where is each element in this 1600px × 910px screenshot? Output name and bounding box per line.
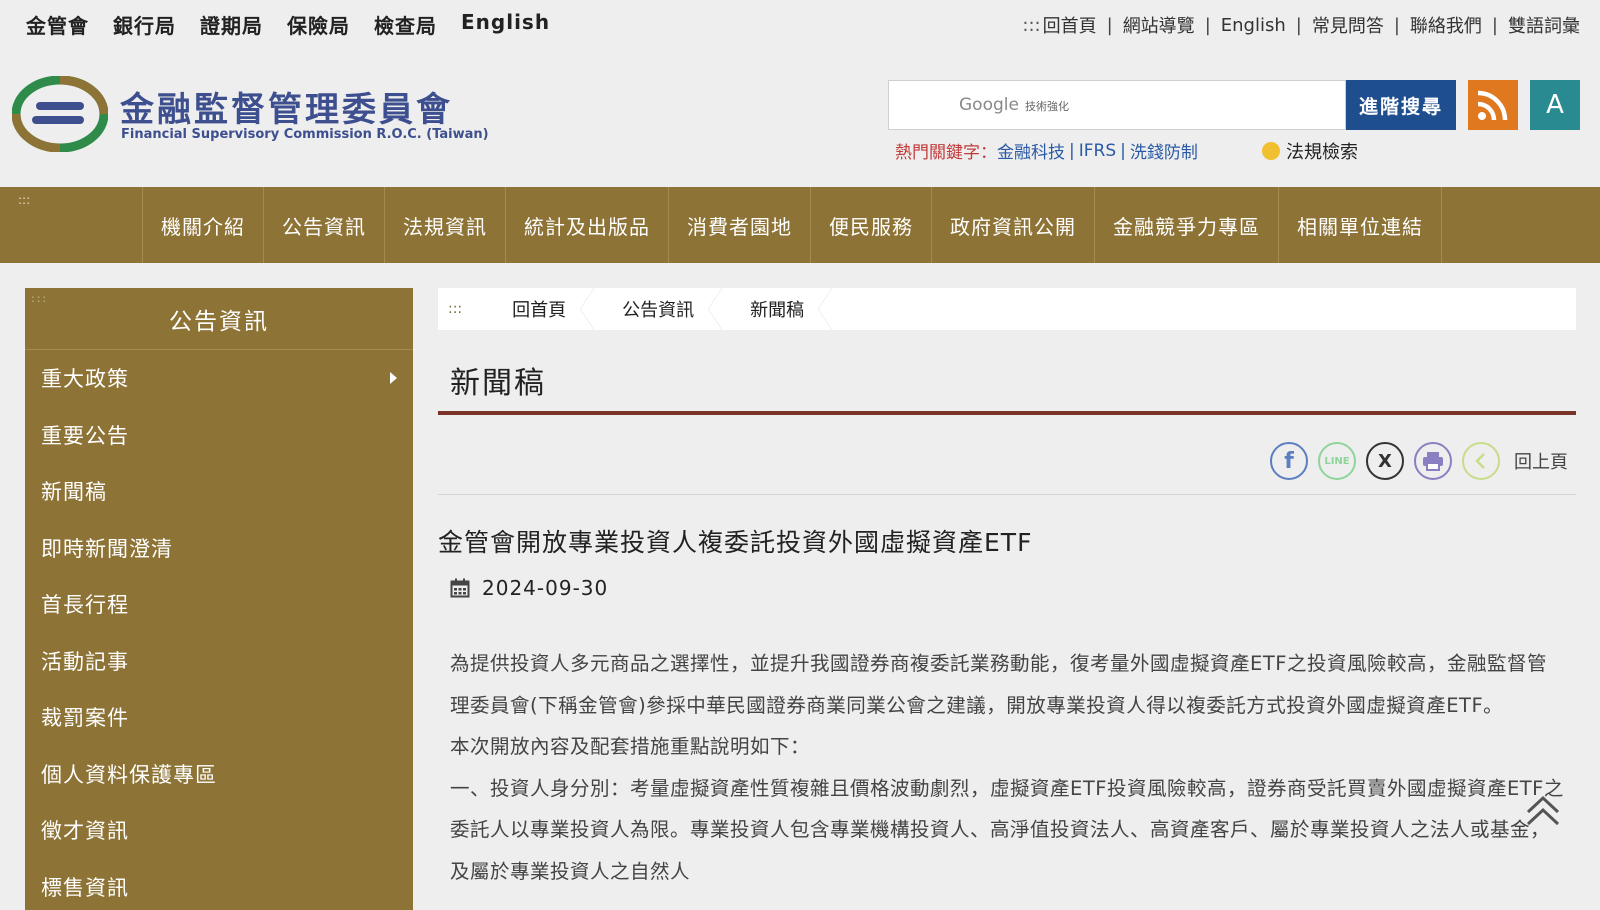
article-paragraph: 一、投資人身分別：考量虛擬資產性質複雜且價格波動劇烈，虛擬資產ETF投資風險較高… [450, 776, 1564, 883]
sidebar-item-events[interactable]: 活動記事 [25, 633, 413, 690]
divider: | [1393, 14, 1400, 36]
sidebar-item-schedule[interactable]: 首長行程 [25, 576, 413, 633]
sidebar-item-press-releases[interactable]: 新聞稿 [25, 463, 413, 520]
divider: | [1491, 14, 1498, 36]
sidebar: ::: 公告資訊 重大政策 重要公告 新聞稿 即時新聞澄清 首長行程 活動記事 … [25, 288, 413, 910]
utility-link-sitemap[interactable]: 網站導覽 [1123, 12, 1195, 38]
article-paragraph: 本次開放內容及配套措施重點說明如下： [450, 735, 811, 758]
back-icon[interactable] [1462, 442, 1500, 480]
utility-link-home[interactable]: 回首頁 [1043, 12, 1097, 38]
nav-item-related-links[interactable]: 相關單位連結 [1278, 187, 1442, 263]
accesskey-mark: ::: [1022, 14, 1041, 36]
agency-links: 金管會 銀行局 證期局 保險局 檢查局 English [26, 10, 550, 39]
sidebar-item-important-notices[interactable]: 重要公告 [25, 407, 413, 464]
nav-item-statistics[interactable]: 統計及出版品 [505, 187, 668, 263]
search-input[interactable]: Google 技術強化 [888, 80, 1346, 130]
agency-link-securities[interactable]: 證期局 [200, 10, 263, 39]
chevron-left-icon [1475, 453, 1485, 469]
google-label: Google 技術強化 [959, 95, 1069, 115]
utility-link-glossary[interactable]: 雙語詞彙 [1508, 12, 1580, 38]
nav-item-about[interactable]: 機關介紹 [142, 187, 263, 263]
logo-subtitle: Financial Supervisory Commission R.O.C. … [121, 127, 489, 142]
calendar-icon [450, 578, 470, 598]
hot-keywords-label: 熱門關鍵字： [895, 143, 997, 163]
font-size-button[interactable]: A [1530, 80, 1580, 130]
sidebar-item-privacy[interactable]: 個人資料保護專區 [25, 746, 413, 803]
utility-link-contact[interactable]: 聯絡我們 [1410, 12, 1482, 38]
facebook-icon[interactable]: f [1270, 442, 1308, 480]
sidebar-item-major-policy[interactable]: 重大政策 [25, 350, 413, 407]
sidebar-item-label: 重大政策 [41, 367, 129, 392]
sidebar-item-penalties[interactable]: 裁罰案件 [25, 689, 413, 746]
logo-title[interactable]: 金融監督管理委員會 [120, 82, 453, 131]
back-to-top-icon[interactable] [1522, 790, 1564, 832]
rss-button[interactable] [1468, 80, 1518, 130]
divider: | [1069, 140, 1075, 161]
back-link[interactable]: 回上頁 [1514, 448, 1568, 474]
printer-glyph [1423, 452, 1443, 471]
page-title: 新聞稿 [450, 366, 546, 401]
main-nav: ::: 機關介紹 公告資訊 法規資訊 統計及出版品 消費者園地 便民服務 政府資… [0, 187, 1600, 263]
hot-keywords: 熱門關鍵字： 金融科技 | IFRS | 洗錢防制 [895, 138, 1198, 164]
utility-links: ::: 回首頁 | 網站導覽 | English | 常見問答 | 聯絡我們 |… [1022, 12, 1580, 38]
divider: | [1295, 14, 1302, 36]
line-icon[interactable]: LINE [1318, 442, 1356, 480]
title-rule [438, 411, 1576, 415]
nav-item-services[interactable]: 便民服務 [810, 187, 931, 263]
nav-item-announcements[interactable]: 公告資訊 [263, 187, 384, 263]
utility-link-faq[interactable]: 常見問答 [1312, 12, 1384, 38]
agency-link-insurance[interactable]: 保險局 [287, 10, 350, 39]
nav-item-competitiveness[interactable]: 金融競爭力專區 [1094, 187, 1278, 263]
article-paragraph: 為提供投資人多元商品之選擇性，並提升我國證券商複委託業務動能，復考量外國虛擬資產… [450, 652, 1547, 717]
article-date-value: 2024-09-30 [482, 576, 609, 600]
caret-right-icon [390, 372, 397, 384]
article-date: 2024-09-30 [450, 576, 608, 600]
accesskey-mark: ::: [31, 292, 49, 305]
utility-link-english[interactable]: English [1221, 15, 1286, 36]
agency-link-examination[interactable]: 檢查局 [374, 10, 437, 39]
x-icon[interactable]: X [1366, 442, 1404, 480]
advanced-search-button[interactable]: 進階搜尋 [1346, 80, 1456, 130]
divider: | [1106, 14, 1113, 36]
share-bar: f LINE X 回上頁 [1270, 442, 1568, 480]
breadcrumb-announcements[interactable]: 公告資訊 [594, 288, 723, 330]
sidebar-item-recruitment[interactable]: 徵才資訊 [25, 802, 413, 859]
nav-item-regulations[interactable]: 法規資訊 [384, 187, 505, 263]
agency-link-english[interactable]: English [461, 10, 550, 39]
article-title: 金管會開放專業投資人複委託投資外國虛擬資產ETF [438, 528, 1033, 557]
breadcrumb-home[interactable]: 回首頁 [484, 288, 595, 330]
accesskey-mark: ::: [18, 193, 31, 207]
law-search-icon [1262, 142, 1280, 160]
breadcrumb: ::: 回首頁 公告資訊 新聞稿 [438, 288, 1576, 330]
divider: | [1204, 14, 1211, 36]
rss-icon [1477, 90, 1508, 121]
law-search-link[interactable]: 法規檢索 [1262, 138, 1358, 164]
divider: | [1120, 140, 1126, 161]
nav-item-gov-info[interactable]: 政府資訊公開 [931, 187, 1094, 263]
fsc-logo[interactable] [12, 76, 108, 152]
agency-link-banking[interactable]: 銀行局 [113, 10, 176, 39]
divider [438, 494, 1576, 495]
nav-item-consumers[interactable]: 消費者園地 [668, 187, 810, 263]
sidebar-item-tenders[interactable]: 標售資訊 [25, 859, 413, 910]
agency-link-fsc[interactable]: 金管會 [26, 10, 89, 39]
hot-keyword-aml[interactable]: 洗錢防制 [1130, 138, 1198, 163]
sidebar-title: ::: 公告資訊 [25, 288, 413, 350]
breadcrumb-press-releases[interactable]: 新聞稿 [722, 288, 833, 330]
print-icon[interactable] [1414, 442, 1452, 480]
hot-keyword-ifrs[interactable]: IFRS [1079, 141, 1116, 161]
law-search-label: 法規檢索 [1286, 142, 1358, 163]
sidebar-item-clarifications[interactable]: 即時新聞澄清 [25, 520, 413, 577]
hot-keyword-fintech[interactable]: 金融科技 [997, 138, 1065, 163]
article-body: 為提供投資人多元商品之選擇性，並提升我國證券商複委託業務動能，復考量外國虛擬資產… [450, 643, 1566, 892]
accesskey-mark: ::: [448, 301, 463, 317]
sidebar-title-label: 公告資訊 [169, 308, 269, 335]
